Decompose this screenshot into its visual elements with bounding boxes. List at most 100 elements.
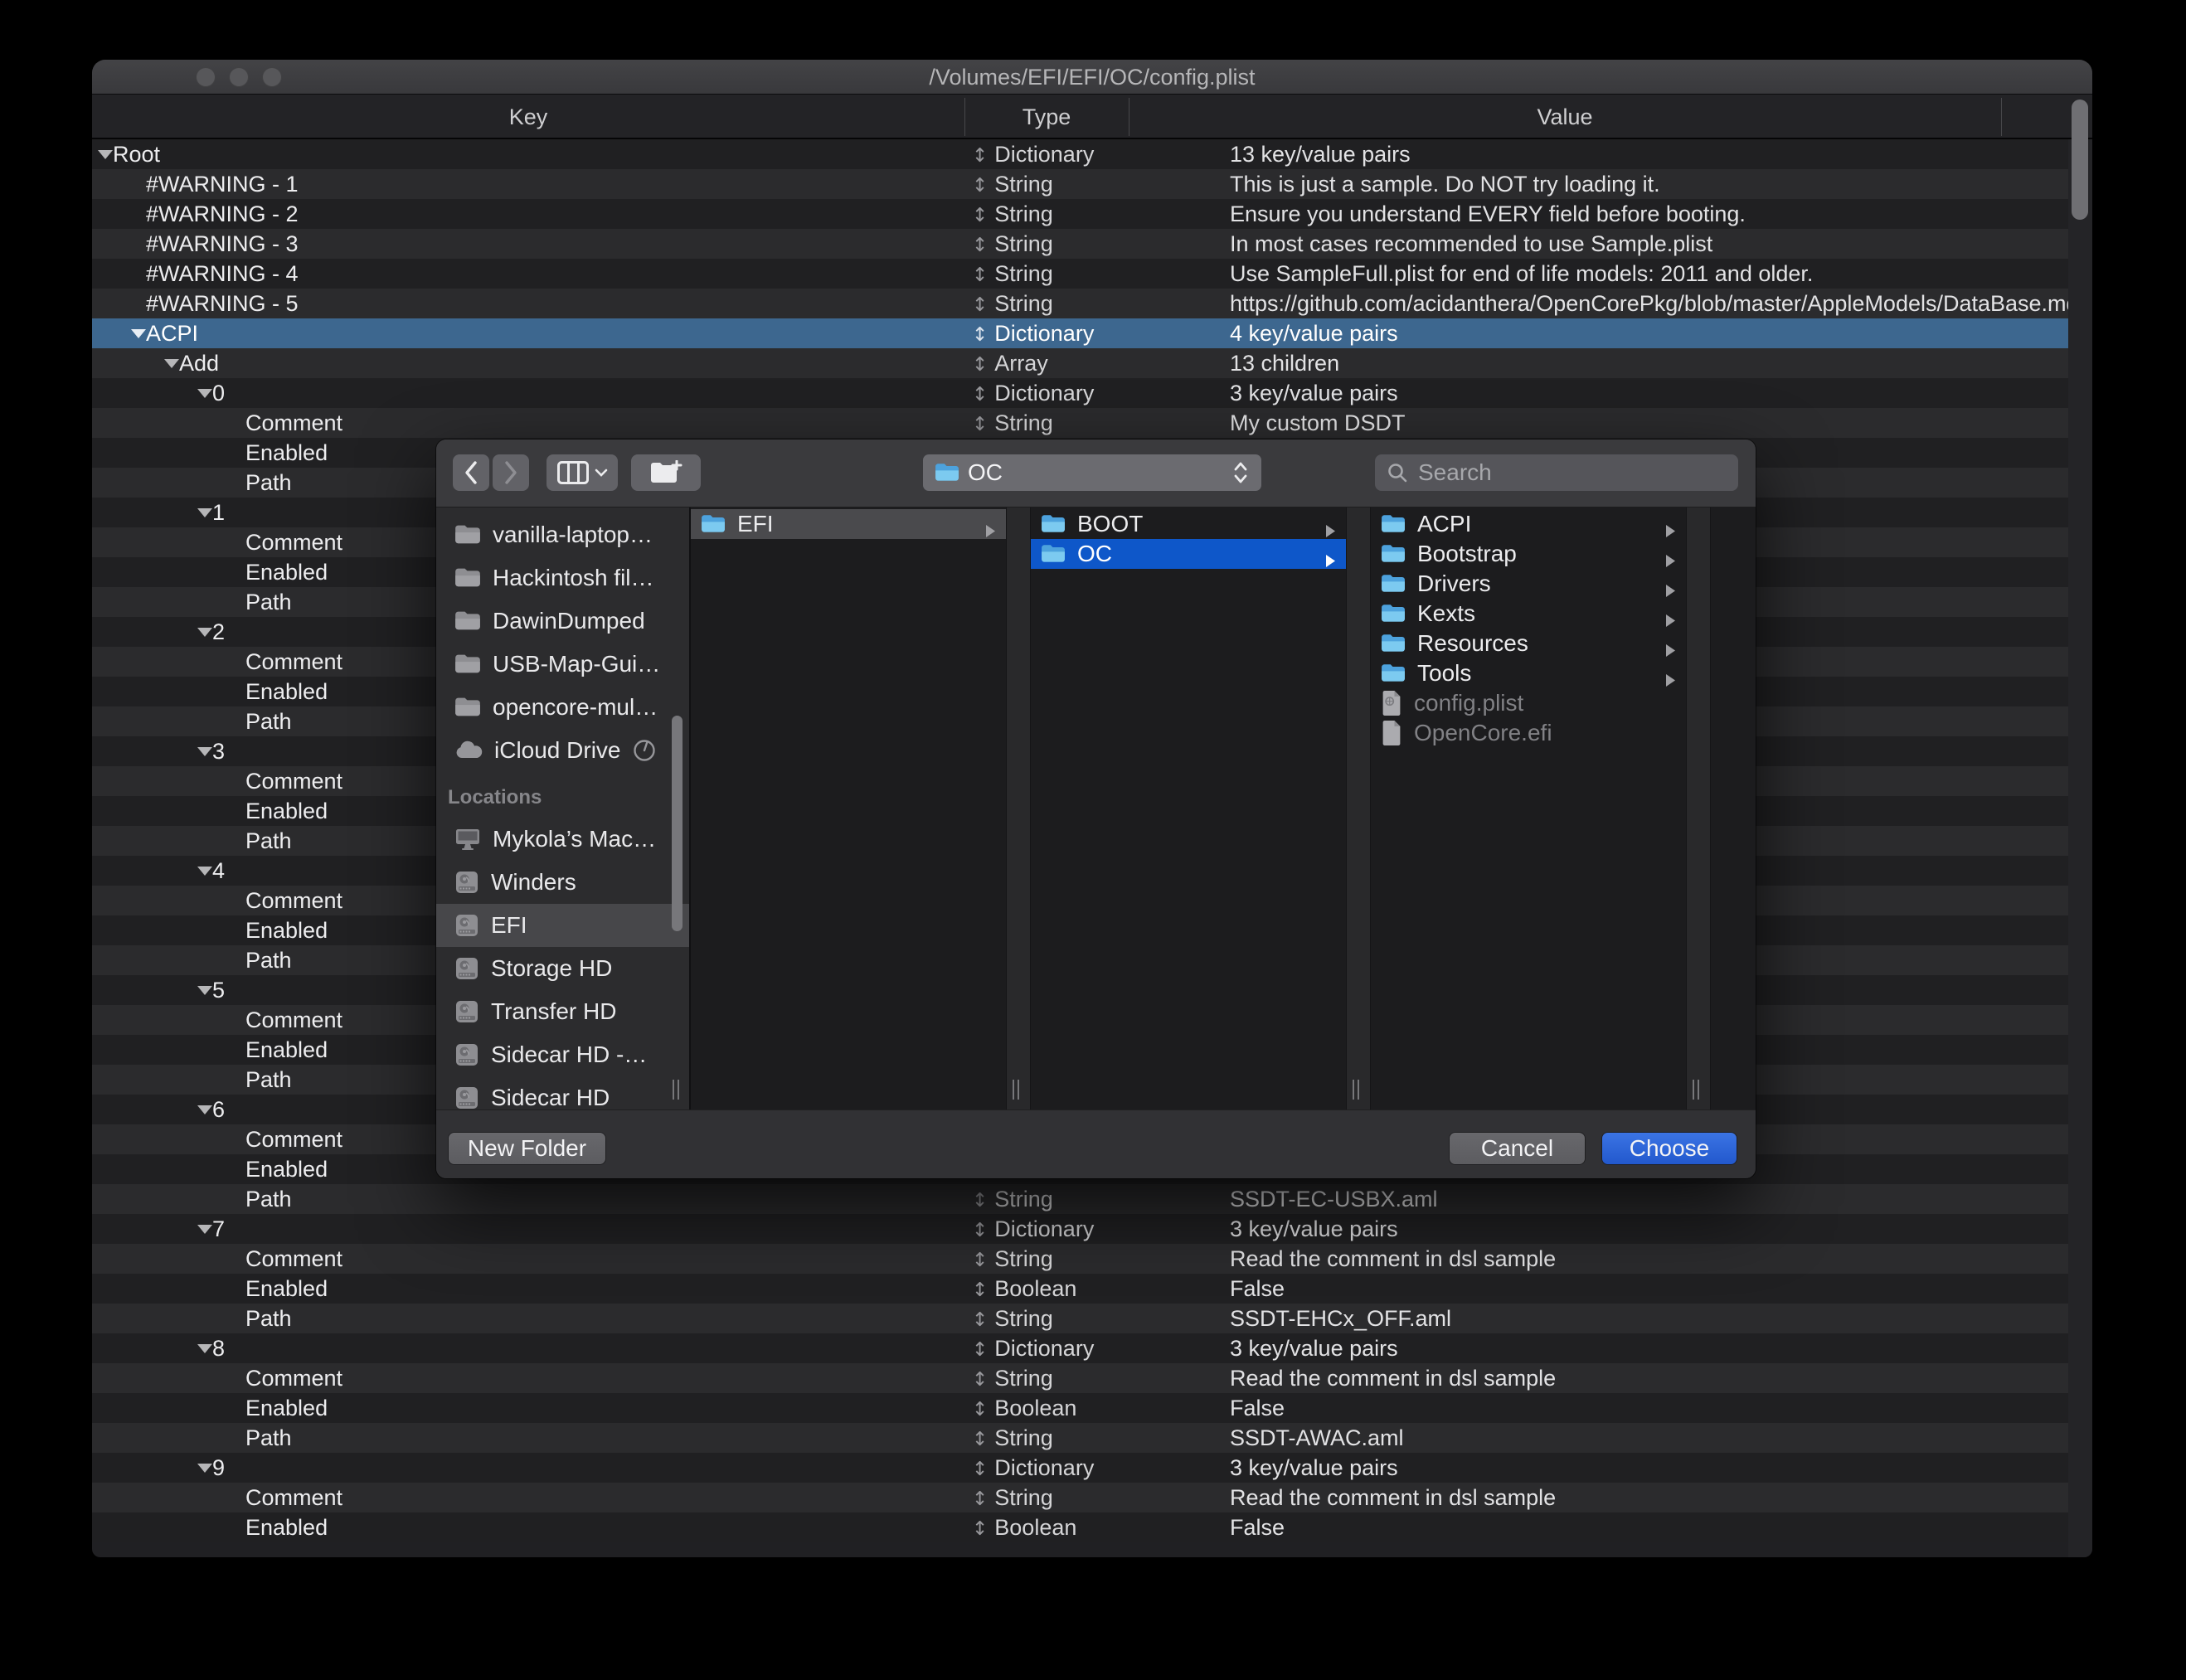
row-value[interactable]: False [1230,1393,2068,1423]
row-value[interactable]: 3 key/value pairs [1230,1453,2068,1483]
disclosure-triangle-icon[interactable] [131,329,146,338]
plist-row[interactable]: #WARNING - 4↕StringUse SampleFull.plist … [92,259,2068,289]
row-value[interactable]: SSDT-EHCx_OFF.aml [1230,1304,2068,1333]
back-button[interactable] [453,454,489,491]
disclosure-triangle-icon[interactable] [164,359,179,368]
column-header-key[interactable]: Key [92,95,964,139]
sidebar-location-storage-hd[interactable]: Storage HD [436,947,689,990]
row-type[interactable]: ↕String [972,1363,1053,1395]
plist-row[interactable]: #WARNING - 3↕StringIn most cases recomme… [92,229,2068,259]
plist-row[interactable]: Add↕Array13 children [92,348,2068,378]
disclosure-triangle-icon[interactable] [197,1105,212,1114]
file-item-drivers[interactable]: Drivers [1371,569,1686,599]
row-value[interactable]: 3 key/value pairs [1230,378,2068,408]
file-item-acpi[interactable]: ACPI [1371,509,1686,539]
row-value[interactable]: This is just a sample. Do NOT try loadin… [1230,169,2068,199]
plist-row[interactable]: Path↕StringSSDT-AWAC.aml [92,1423,2068,1453]
row-type[interactable]: ↕Boolean [972,1274,1076,1305]
row-type[interactable]: ↕String [972,1483,1053,1514]
plist-row[interactable]: Enabled↕BooleanFalse [92,1393,2068,1423]
sidebar-item-opencore-mul-[interactable]: opencore-mul… [436,686,689,729]
column-resize-handle[interactable] [1011,1080,1021,1100]
new-folder-button[interactable]: New Folder [449,1133,605,1164]
row-value[interactable]: SSDT-AWAC.aml [1230,1423,2068,1453]
row-value[interactable]: Use SampleFull.plist for end of life mod… [1230,259,2068,289]
column-resize-handle[interactable] [1691,1080,1701,1100]
file-item-boot[interactable]: BOOT [1031,509,1346,539]
column-resize-handle[interactable] [671,1080,681,1100]
disclosure-triangle-icon[interactable] [197,1344,212,1353]
sidebar-item-hackintosh-fil-[interactable]: Hackintosh fil… [436,556,689,600]
row-type[interactable]: ↕String [972,289,1053,320]
disclosure-triangle-icon[interactable] [197,389,212,398]
row-type[interactable]: ↕Boolean [972,1393,1076,1425]
disclosure-triangle-icon[interactable] [197,508,212,517]
row-type[interactable]: ↕Dictionary [972,139,1094,171]
plist-row[interactable]: #WARNING - 1↕StringThis is just a sample… [92,169,2068,199]
disclosure-triangle-icon[interactable] [197,628,212,637]
search-input[interactable] [1416,459,1698,487]
search-field[interactable] [1375,454,1738,491]
row-type[interactable]: ↕String [972,1423,1053,1454]
row-value[interactable]: 13 key/value pairs [1230,139,2068,169]
row-type[interactable]: ↕String [972,1304,1053,1335]
row-type[interactable]: ↕Array [972,348,1048,380]
row-value[interactable]: False [1230,1512,2068,1542]
row-value[interactable]: 3 key/value pairs [1230,1333,2068,1363]
plist-row[interactable]: Comment↕StringRead the comment in dsl sa… [92,1483,2068,1512]
disclosure-triangle-icon[interactable] [98,150,113,159]
sidebar-location-mykola-s-mac-[interactable]: Mykola’s Mac… [436,818,689,861]
row-value[interactable]: In most cases recommended to use Sample.… [1230,229,2068,259]
sidebar-location-transfer-hd[interactable]: Transfer HD [436,990,689,1033]
row-type[interactable]: ↕String [972,1184,1053,1216]
row-type[interactable]: ↕String [972,259,1053,290]
disclosure-triangle-icon[interactable] [197,1225,212,1234]
row-type[interactable]: ↕String [972,199,1053,231]
sidebar-item-icloud-drive[interactable]: iCloud Drive [436,729,689,772]
plist-row[interactable]: 0↕Dictionary3 key/value pairs [92,378,2068,408]
plist-row[interactable]: Enabled↕BooleanFalse [92,1512,2068,1542]
sidebar-item-vanilla-laptop-[interactable]: vanilla-laptop… [436,513,689,556]
column-header-type[interactable]: Type [964,95,1129,139]
row-value[interactable]: https://github.com/acidanthera/OpenCoreP… [1230,289,2068,318]
file-item-opencore-efi[interactable]: OpenCore.efi [1371,718,1686,748]
folder-select-dropdown[interactable]: OC [923,454,1261,491]
disclosure-triangle-icon[interactable] [197,867,212,876]
plist-row[interactable]: Enabled↕BooleanFalse [92,1274,2068,1304]
sidebar-location-winders[interactable]: Winders [436,861,689,904]
disclosure-triangle-icon[interactable] [197,747,212,756]
row-value[interactable]: 13 children [1230,348,2068,378]
file-item-efi[interactable]: EFI [691,509,1006,539]
plist-row[interactable]: Comment↕StringMy custom DSDT [92,408,2068,438]
file-item-resources[interactable]: Resources [1371,629,1686,658]
title-bar[interactable]: /Volumes/EFI/EFI/OC/config.plist [92,60,2092,95]
file-item-tools[interactable]: Tools [1371,658,1686,688]
column-resize-handle[interactable] [1351,1080,1361,1100]
cancel-button[interactable]: Cancel [1450,1133,1585,1164]
column-divider[interactable] [964,98,965,136]
plist-row[interactable]: #WARNING - 5↕Stringhttps://github.com/ac… [92,289,2068,318]
row-type[interactable]: ↕Boolean [972,1512,1076,1542]
row-value[interactable]: Read the comment in dsl sample [1230,1483,2068,1512]
disclosure-triangle-icon[interactable] [197,1464,212,1473]
forward-button[interactable] [493,454,529,491]
row-type[interactable]: ↕Dictionary [972,378,1094,410]
file-item-kexts[interactable]: Kexts [1371,599,1686,629]
row-value[interactable]: 4 key/value pairs [1230,318,2068,348]
file-item-oc[interactable]: OC [1031,539,1346,569]
choose-button[interactable]: Choose [1602,1133,1737,1164]
vertical-scrollbar-thumb[interactable] [2072,100,2088,220]
column-header-value[interactable]: Value [1129,95,2001,139]
row-type[interactable]: ↕String [972,1244,1053,1275]
column-divider[interactable] [2001,98,2002,136]
plist-row[interactable]: Comment↕StringRead the comment in dsl sa… [92,1363,2068,1393]
plist-row[interactable]: Root↕Dictionary13 key/value pairs [92,139,2068,169]
row-value[interactable]: Read the comment in dsl sample [1230,1244,2068,1274]
sidebar-item-dawindumped[interactable]: DawinDumped [436,600,689,643]
plist-row[interactable]: Comment↕StringRead the comment in dsl sa… [92,1244,2068,1274]
plist-row[interactable]: ACPI↕Dictionary4 key/value pairs [92,318,2068,348]
sidebar-location-sidecar-hd[interactable]: Sidecar HD [436,1076,689,1109]
plist-row[interactable]: #WARNING - 2↕StringEnsure you understand… [92,199,2068,229]
row-type[interactable]: ↕Dictionary [972,1453,1094,1484]
row-value[interactable]: SSDT-EC-USBX.aml [1230,1184,2068,1214]
